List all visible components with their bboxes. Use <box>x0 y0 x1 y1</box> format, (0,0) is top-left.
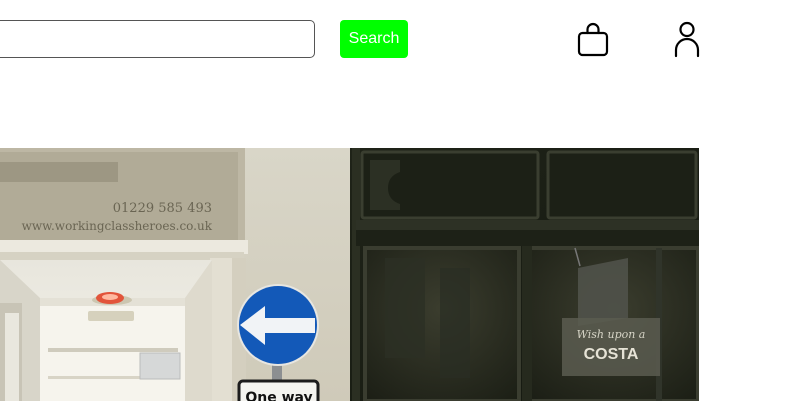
user-icon <box>674 21 700 58</box>
window-script-text: Wish upon a <box>577 328 646 341</box>
shopping-bag-icon <box>577 22 609 57</box>
account-button[interactable] <box>666 18 706 60</box>
hero-image: 01229 585 493 www.workingclassheroes.co.… <box>0 148 699 401</box>
search-input[interactable] <box>0 20 315 58</box>
sign-website-text: www.workingclassheroes.co.uk <box>22 219 213 233</box>
cart-button[interactable] <box>573 18 613 60</box>
sign-phone-text: 01229 585 493 <box>113 201 212 216</box>
search-button[interactable]: Search <box>340 20 408 58</box>
window-brand-text: COSTA <box>584 346 639 363</box>
road-sign-text: One way <box>245 390 312 401</box>
